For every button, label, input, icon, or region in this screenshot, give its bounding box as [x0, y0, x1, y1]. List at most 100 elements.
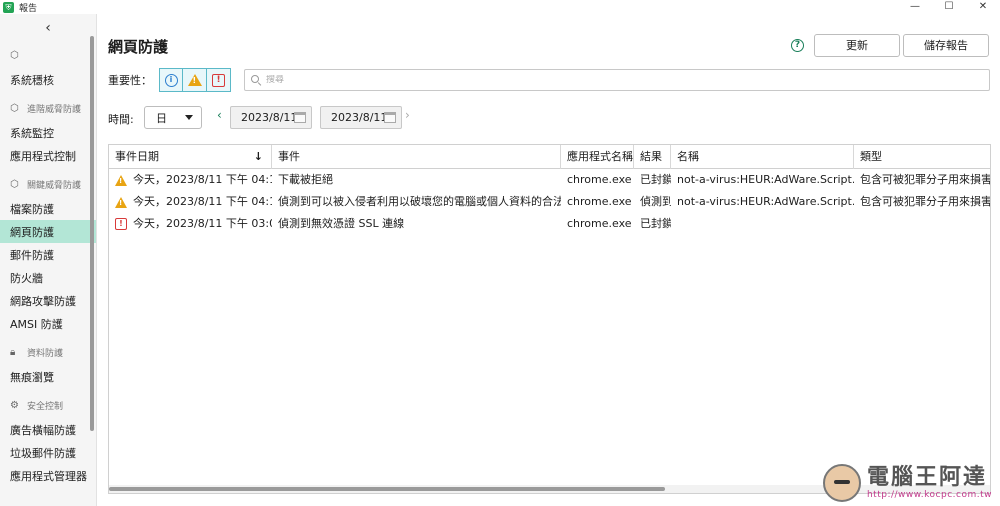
column-header-result[interactable]: 結果: [634, 145, 671, 169]
cell-name: [671, 213, 854, 235]
events-table: 事件日期 ↓ 事件 應用程式名稱 結果 名稱 類型 ! 今天，2023/8/11…: [108, 144, 991, 494]
watermark: 電腦王阿達 http://www.kocpc.com.tw: [822, 464, 992, 502]
search-icon: [251, 75, 261, 85]
sidebar-item-app-control[interactable]: 應用程式控制: [0, 144, 96, 167]
maximize-button[interactable]: ☐: [932, 0, 966, 14]
sidebar-top-icon-row: ⬡: [0, 42, 96, 68]
watermark-title: 電腦王阿達: [866, 464, 987, 490]
gear-icon: ⚙: [10, 399, 19, 411]
sidebar-section-advanced-threat: ⬡ 進階威脅防護: [0, 95, 96, 121]
minimize-button[interactable]: —: [898, 0, 932, 14]
date-from-value: 2023/8/11: [241, 111, 298, 124]
cell-date: 今天，2023/8/11 下午 03:08:07: [133, 217, 272, 230]
sidebar-item-mail-protection[interactable]: 郵件防護: [0, 243, 96, 266]
cell-app: chrome.exe: [567, 217, 632, 230]
chevron-down-icon: [185, 115, 193, 120]
window-title: 報告: [19, 3, 38, 14]
date-to-field[interactable]: 2023/8/11: [320, 106, 402, 129]
calendar-icon[interactable]: [384, 112, 396, 123]
severity-label: 重要性：: [108, 74, 152, 87]
date-to-value: 2023/8/11: [331, 111, 388, 124]
column-header-event[interactable]: 事件: [272, 145, 561, 169]
cell-event: 偵測到可以被入侵者利用以破壞您的電腦或個人資料的合法軟體: [278, 195, 561, 208]
lock-icon: 🔒︎: [10, 346, 16, 358]
sidebar-item-app-manager[interactable]: 應用程式管理器: [0, 464, 96, 487]
warning-icon: !: [187, 74, 202, 86]
cell-type: 包含可被犯罪分子用來損害您: [860, 173, 991, 186]
cell-app: chrome.exe: [567, 195, 632, 208]
cell-name: not-a-virus:HEUR:AdWare.Script.Generic: [677, 173, 854, 186]
critical-icon: !: [115, 218, 127, 230]
window-controls: — ☐ ✕: [898, 0, 1000, 14]
severity-info-toggle[interactable]: i: [159, 68, 183, 92]
shield-icon: ⬡: [10, 102, 19, 114]
sidebar-item-system-watcher[interactable]: 系統監控: [0, 121, 96, 144]
cell-result: 已封鎖: [640, 173, 671, 186]
sidebar-item-network-attack[interactable]: 網路攻擊防護: [0, 289, 96, 312]
section-label: 進階威脅防護: [27, 104, 82, 115]
sidebar-section-security-controls: ⚙ 安全控制: [0, 392, 96, 418]
next-period-button[interactable]: ›: [405, 108, 410, 122]
severity-critical-toggle[interactable]: !: [207, 68, 231, 92]
cell-type: 包含可被犯罪分子用來損害您: [860, 195, 991, 208]
collapse-sidebar-button[interactable]: ‹: [0, 14, 96, 42]
sidebar-item-firewall[interactable]: 防火牆: [0, 266, 96, 289]
sidebar-item-anti-banner[interactable]: 廣告橫幅防護: [0, 418, 96, 441]
sidebar-item-private-browsing[interactable]: 無痕瀏覽: [0, 365, 96, 388]
search-input[interactable]: [266, 75, 966, 85]
shield-icon: ⬡: [10, 49, 19, 61]
warning-icon: !: [115, 196, 127, 208]
previous-period-button[interactable]: ‹: [217, 108, 222, 122]
table-row[interactable]: ! 今天，2023/8/11 下午 04:18:22 偵測到可以被入侵者利用以破…: [109, 191, 990, 213]
app-logo-icon: ⛨: [3, 1, 14, 13]
column-header-event-date[interactable]: 事件日期 ↓: [109, 145, 272, 169]
title-bar: ⛨ 報告 — ☐ ✕: [0, 0, 1000, 14]
cell-name: not-a-virus:HEUR:AdWare.Script.Generic: [677, 195, 854, 208]
cell-type: [854, 213, 990, 235]
sidebar-item-web-protection[interactable]: 網頁防護: [0, 220, 96, 243]
sidebar: ‹ ⬡ 系統穩核 ⬡ 進階威脅防護 系統監控 應用程式控制 ⬡ 關鍵威脅防護 檔…: [0, 14, 97, 506]
sidebar-section-data-protection: 🔒︎ 資料防護: [0, 339, 96, 365]
sidebar-item-file-protection[interactable]: 檔案防護: [0, 197, 96, 220]
sidebar-item-system-audit[interactable]: 系統穩核: [0, 68, 96, 91]
help-circle-icon[interactable]: ?: [791, 39, 804, 52]
page-title: 網頁防護: [108, 38, 169, 56]
calendar-icon[interactable]: [294, 112, 306, 123]
period-value: 日: [156, 111, 167, 125]
watermark-url: http://www.kocpc.com.tw: [866, 489, 992, 500]
severity-warning-toggle[interactable]: !: [183, 68, 207, 92]
column-header-type[interactable]: 類型: [854, 145, 990, 169]
column-header-name[interactable]: 名稱: [671, 145, 854, 169]
shield-icon: ⬡: [10, 178, 19, 190]
period-select[interactable]: 日: [144, 106, 202, 129]
close-button[interactable]: ✕: [966, 0, 1000, 14]
table-row[interactable]: ! 今天，2023/8/11 下午 04:18:22 下載被拒絕 chrome.…: [109, 169, 990, 191]
table-header: 事件日期 ↓ 事件 應用程式名稱 結果 名稱 類型: [109, 145, 990, 169]
date-from-field[interactable]: 2023/8/11: [230, 106, 312, 129]
section-label: 資料防護: [27, 348, 64, 359]
sidebar-section-essential-threat: ⬡ 關鍵威脅防護: [0, 171, 96, 197]
table-row[interactable]: ! 今天，2023/8/11 下午 03:08:07 偵測到無效憑證 SSL 連…: [109, 213, 990, 235]
time-label: 時間:: [108, 113, 134, 126]
cell-result: 偵測到: [640, 195, 671, 208]
warning-icon: !: [115, 174, 127, 186]
refresh-button[interactable]: 更新: [814, 34, 900, 57]
sidebar-item-anti-spam[interactable]: 垃圾郵件防護: [0, 441, 96, 464]
info-icon: i: [164, 73, 178, 87]
cell-date: 今天，2023/8/11 下午 04:18:22: [133, 173, 272, 186]
chevron-left-icon: ‹: [45, 20, 51, 36]
scrollbar-thumb[interactable]: [109, 487, 665, 491]
section-label: 關鍵威脅防護: [27, 180, 82, 191]
critical-icon: !: [212, 73, 225, 87]
sidebar-scrollbar[interactable]: [90, 36, 94, 431]
section-label: 安全控制: [27, 401, 64, 412]
sidebar-item-amsi[interactable]: AMSI 防護: [0, 312, 96, 335]
save-report-button[interactable]: 儲存報告: [903, 34, 989, 57]
search-box[interactable]: [244, 69, 990, 91]
severity-filter: i ! !: [159, 68, 232, 92]
column-header-app-name[interactable]: 應用程式名稱: [561, 145, 634, 169]
mascot-logo-icon: [822, 464, 861, 502]
cell-event: 下載被拒絕: [278, 173, 333, 186]
cell-app: chrome.exe: [567, 173, 632, 186]
main-panel: 網頁防護 ? 更新 儲存報告 重要性： i ! ! 時間: 日 ‹ 2023/8…: [98, 14, 1000, 506]
